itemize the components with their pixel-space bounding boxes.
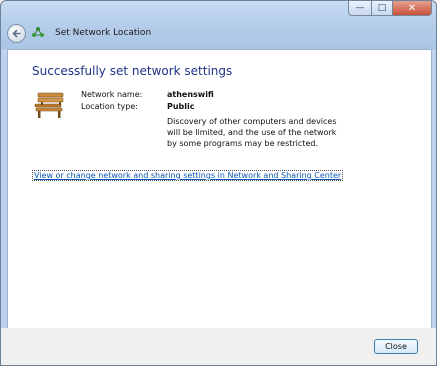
minimize-button[interactable]: — bbox=[348, 1, 372, 16]
close-button[interactable]: Close bbox=[374, 339, 418, 354]
location-type-value: Public bbox=[167, 102, 195, 111]
park-bench-icon bbox=[34, 92, 64, 118]
window-title: Set Network Location bbox=[55, 28, 152, 38]
close-window-button[interactable]: ✕ bbox=[393, 1, 432, 16]
network-name-label: Network name: bbox=[81, 90, 143, 99]
dialog-window: — □ ✕ Set Network Location Successfully … bbox=[0, 0, 437, 366]
back-arrow-icon bbox=[12, 29, 21, 38]
network-sharing-center-link[interactable]: View or change network and sharing setti… bbox=[32, 170, 344, 181]
page-heading: Successfully set network settings bbox=[32, 64, 233, 78]
network-icon bbox=[32, 27, 44, 37]
caption-buttons: — □ ✕ bbox=[348, 1, 432, 16]
back-button[interactable] bbox=[7, 24, 26, 43]
content-panel: Successfully set network settings Networ… bbox=[7, 49, 432, 329]
footer: Close bbox=[1, 328, 436, 365]
network-name-value: athenswifi bbox=[167, 90, 214, 99]
location-type-label: Location type: bbox=[81, 102, 138, 111]
maximize-button[interactable]: □ bbox=[372, 1, 393, 16]
location-description: Discovery of other computers and devices… bbox=[167, 117, 337, 148]
